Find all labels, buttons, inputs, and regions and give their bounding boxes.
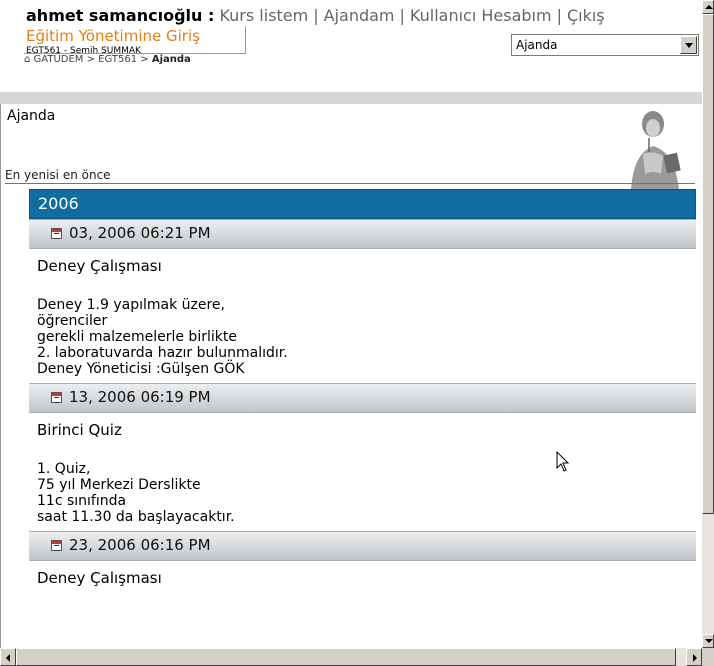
breadcrumb-separator: >	[83, 54, 99, 65]
calendar-icon	[51, 540, 62, 551]
scrollbar-thumb[interactable]	[16, 648, 676, 666]
event-item: Deney Çalışması	[29, 561, 696, 615]
course-title-link[interactable]: Eğitim Yönetimine Giriş	[26, 27, 200, 45]
agenda-panel: Ajanda En yenisi en önce 2006 03, 2006 0…	[0, 104, 700, 648]
event-description: Deney 1.9 yapılmak üzere, öğrenciler ger…	[37, 297, 688, 377]
header-divider	[0, 92, 702, 104]
page-jump-select[interactable]: Ajanda	[511, 34, 699, 56]
event-date: 23, 2006 06:16 PM	[69, 536, 211, 554]
event-line: Deney Yöneticisi :Gülşen GÖK	[37, 361, 245, 377]
divider	[5, 183, 695, 184]
event-title: Birinci Quiz	[37, 421, 122, 439]
select-value: Ajanda	[516, 38, 558, 52]
nav-separator: |	[556, 6, 562, 25]
browser-window: ahmet samancıoğlu : Kurs listem | Ajandam |…	[0, 0, 714, 666]
event-line: 2. laboratuvarda hazır bulunmalıdır.	[37, 345, 288, 361]
page-title: Ajanda	[7, 108, 56, 124]
scroll-left-button[interactable]	[0, 648, 16, 666]
scroll-up-button[interactable]	[702, 0, 714, 14]
event-date-bar: 13, 2006 06:19 PM	[29, 383, 696, 413]
user-name: ahmet samancıoğlu :	[26, 6, 215, 25]
chevron-down-icon[interactable]	[680, 36, 697, 54]
event-item: Birinci Quiz 1. Quiz, 75 yıl Merkezi Der…	[29, 413, 696, 531]
breadcrumb-root[interactable]: GATÜDEM	[34, 54, 84, 65]
home-icon: ⌂	[24, 54, 34, 65]
horizontal-scrollbar[interactable]	[0, 648, 702, 666]
event-date-bar: 23, 2006 06:16 PM	[29, 531, 696, 561]
calendar-icon	[51, 392, 62, 403]
event-line: 1. Quiz,	[37, 461, 91, 477]
nav-separator: |	[399, 6, 405, 25]
scroll-right-button[interactable]	[686, 648, 702, 666]
event-item: Deney Çalışması Deney 1.9 yapılmak üzere…	[29, 249, 696, 383]
event-line: gerekli malzemelerle birlikte	[37, 329, 237, 345]
sort-order-label: En yenisi en önce	[5, 168, 111, 182]
year-header: 2006	[29, 189, 696, 219]
calendar-icon	[51, 228, 62, 239]
page-header: ahmet samancıoğlu : Kurs listem | Ajandam |…	[24, 0, 699, 92]
breadcrumb-separator: >	[137, 54, 152, 65]
event-date: 03, 2006 06:21 PM	[69, 224, 211, 242]
breadcrumb-course[interactable]: EGT561	[98, 54, 137, 65]
event-description: 1. Quiz, 75 yıl Merkezi Derslikte 11c sı…	[37, 461, 688, 525]
nav-separator: |	[313, 6, 319, 25]
user-navigation: ahmet samancıoğlu : Kurs listem | Ajandam |…	[26, 6, 605, 25]
event-date-bar: 03, 2006 06:21 PM	[29, 219, 696, 249]
scrollbar-thumb[interactable]	[702, 14, 714, 514]
event-title: Deney Çalışması	[37, 257, 162, 275]
event-line: 75 yıl Merkezi Derslikte	[37, 477, 201, 493]
event-list: 2006 03, 2006 06:21 PM Deney Çalışması D…	[29, 189, 696, 615]
event-date: 13, 2006 06:19 PM	[69, 388, 211, 406]
breadcrumb: ⌂ GATÜDEM > EGT561 > Ajanda	[24, 54, 191, 65]
breadcrumb-current: Ajanda	[151, 54, 191, 65]
event-line: öğrenciler	[37, 313, 108, 329]
vertical-scrollbar[interactable]	[702, 0, 714, 648]
nav-link-logout[interactable]: Çıkış	[567, 6, 605, 25]
scroll-down-button[interactable]	[702, 634, 714, 648]
scrollbar-corner	[702, 648, 714, 666]
event-line: 11c sınıfında	[37, 493, 127, 509]
page-viewport: ahmet samancıoğlu : Kurs listem | Ajandam |…	[0, 0, 702, 648]
nav-link-my-agenda[interactable]: Ajandam	[324, 6, 395, 25]
nav-link-course-list[interactable]: Kurs listem	[219, 6, 308, 25]
muse-illustration-icon	[631, 111, 681, 190]
event-line: saat 11.30 da başlayacaktır.	[37, 509, 235, 525]
nav-link-user-account[interactable]: Kullanıcı Hesabım	[410, 6, 552, 25]
mouse-cursor-icon	[556, 451, 570, 472]
event-title: Deney Çalışması	[37, 569, 162, 587]
event-line: Deney 1.9 yapılmak üzere,	[37, 297, 225, 313]
